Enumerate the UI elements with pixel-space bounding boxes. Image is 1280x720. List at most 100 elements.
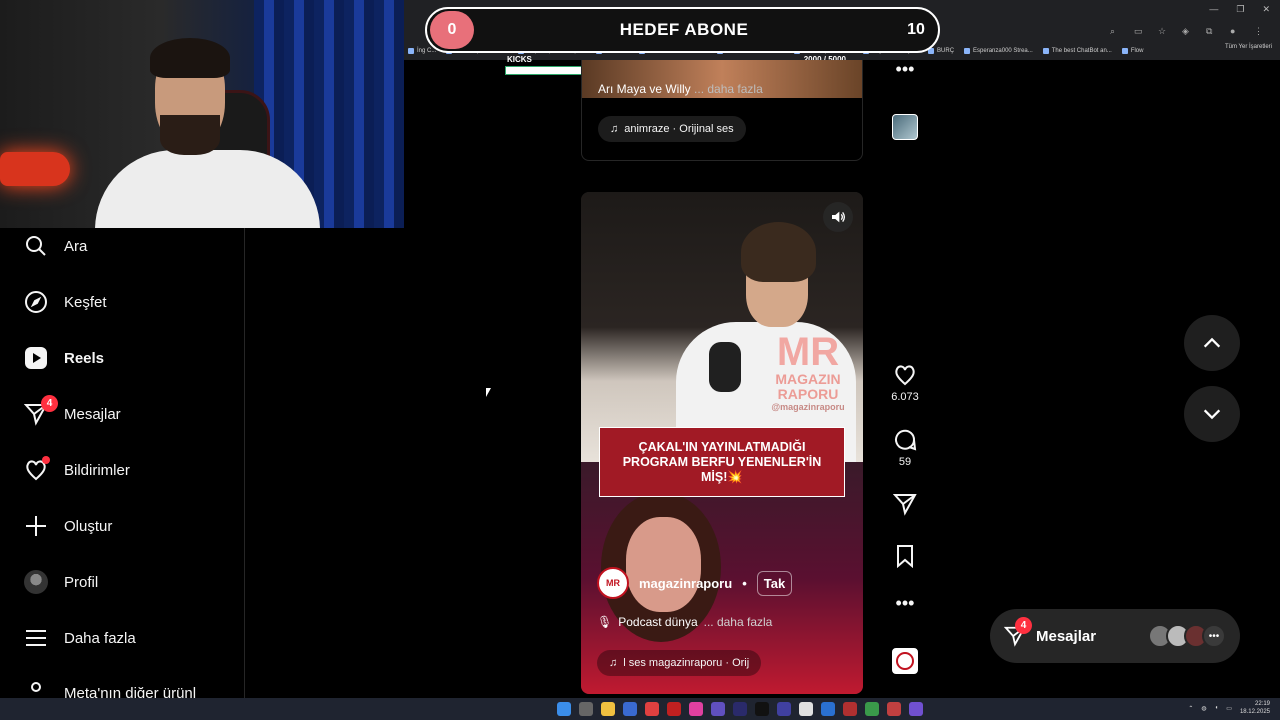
instagram-sidebar: Ara Keşfet Reels 4 Mesajlar Bildirimler … [0, 228, 245, 702]
sidebar-item-label: Reels [64, 349, 105, 367]
prev-more-button[interactable]: ••• [888, 59, 922, 79]
reel-video[interactable]: MR MAGAZIN RAPORU @magazinraporu ÇAKAL'I… [581, 192, 863, 694]
bookmark-item[interactable]: Flow [1121, 48, 1144, 54]
clock-date: 18.12.2025 [1239, 709, 1270, 715]
app-icon[interactable] [799, 702, 813, 716]
bookmark-item[interactable]: BURÇ [928, 48, 954, 54]
author-username[interactable]: magazinraporu [639, 576, 732, 591]
save-button[interactable] [888, 544, 922, 568]
more-link[interactable]: ... daha fazla [704, 615, 773, 629]
share-button[interactable] [888, 492, 922, 516]
prev-audio-thumb[interactable] [888, 114, 922, 140]
edge-icon[interactable] [821, 702, 835, 716]
bookmark-label: İng C... [417, 48, 437, 54]
close-icon[interactable]: ✕ [1262, 4, 1270, 15]
app-icon[interactable] [865, 702, 879, 716]
bookmark-label: Esperanza000 Strea... [973, 48, 1033, 54]
mic-emoji-icon: 🎙 [597, 615, 613, 629]
reel-audio-pill[interactable]: ♫ l ses magazinraporu · Orij [597, 650, 762, 676]
kicks-label: KICKS [507, 55, 532, 64]
podcast-mic [709, 342, 741, 392]
extension-icon[interactable]: ◈ [1182, 26, 1192, 36]
previous-reel-card[interactable]: Arı Maya ve Willy ... daha fazla ♫ animr… [581, 60, 863, 161]
app-icon[interactable] [843, 702, 857, 716]
messages-pill[interactable]: 4 Mesajlar ••• [990, 609, 1240, 663]
app-icon[interactable] [733, 702, 747, 716]
messenger-icon: 4 [24, 395, 58, 426]
star-icon[interactable]: ☆ [1158, 26, 1168, 36]
more-link[interactable]: ... daha fazla [694, 82, 763, 96]
chrome-icon[interactable] [645, 702, 659, 716]
sidebar-item-more[interactable]: Daha fazla [24, 623, 136, 653]
app-icon[interactable] [711, 702, 725, 716]
reel-author: MR magazinraporu • Tak [597, 567, 793, 599]
sidebar-item-label: Profil [64, 573, 99, 591]
like-button[interactable]: 6.073 [888, 363, 922, 403]
app-icon[interactable] [777, 702, 791, 716]
volume-icon[interactable]: ◖ [1215, 705, 1219, 711]
sidebar-item-reels[interactable]: Reels [24, 343, 104, 373]
sidebar-item-explore[interactable]: Keşfet [24, 287, 107, 317]
puzzle-icon[interactable]: ⧉ [1206, 26, 1216, 36]
plus-icon [24, 514, 48, 538]
bookmark-item[interactable]: Esperanza000 Strea... [964, 48, 1033, 54]
profile-icon[interactable]: ● [1230, 26, 1240, 36]
sidebar-item-label: Keşfet [64, 293, 107, 311]
author-avatar[interactable]: MR [597, 567, 629, 599]
messages-pill-badge: 4 [1015, 617, 1032, 634]
chevron-up-icon[interactable]: ⌃ [1188, 705, 1193, 712]
volume-button[interactable] [823, 202, 853, 232]
sidebar-item-label: Mesajlar [64, 405, 121, 423]
goal-target: 10 [907, 21, 925, 38]
network-icon[interactable]: ◍ [1201, 705, 1206, 712]
audio-thumbnail [892, 114, 918, 140]
file-explorer-icon[interactable] [601, 702, 615, 716]
sidebar-item-label: Oluştur [64, 517, 113, 535]
kebab-menu-icon[interactable]: ⋮ [1254, 26, 1264, 36]
window-controls[interactable]: — ❐ ✕ [1209, 4, 1270, 15]
zoom-icon[interactable]: ⌕ [1110, 26, 1120, 36]
bookmark-item[interactable]: İng C... [408, 48, 436, 54]
like-count: 6.073 [891, 391, 919, 403]
opera-icon[interactable] [667, 702, 681, 716]
more-dots-icon: ••• [895, 59, 915, 79]
all-bookmarks[interactable]: Tüm Yer İşaretleri [1225, 44, 1272, 50]
restore-icon[interactable]: ❐ [1236, 4, 1244, 15]
task-view-icon[interactable] [579, 702, 593, 716]
app-icon[interactable] [887, 702, 901, 716]
more-options-button[interactable]: ••• [888, 594, 922, 612]
previous-reel-button[interactable] [1184, 315, 1240, 371]
magazin-raporu-logo: MR MAGAZIN RAPORU @magazinraporu [771, 330, 845, 412]
battery-icon[interactable]: ▭ [1226, 705, 1232, 712]
bookmark-item[interactable]: The best ChatBot an... [1042, 48, 1112, 54]
comment-button[interactable]: 59 [888, 428, 922, 468]
sidebar-item-profile[interactable]: Profil [24, 567, 98, 597]
follow-button[interactable]: Tak [756, 570, 793, 596]
bookmark-label: Flow [1130, 48, 1144, 54]
bookmark-label: BURÇ [937, 48, 955, 54]
tiktok-icon[interactable] [755, 702, 769, 716]
reel-man-hair [741, 222, 816, 282]
sidebar-item-messages[interactable]: 4 Mesajlar [24, 395, 121, 429]
bookmark-favicon-icon [964, 48, 971, 54]
minimize-icon[interactable]: — [1209, 4, 1218, 15]
windows-start-icon[interactable] [557, 702, 571, 716]
separator: • [742, 575, 747, 591]
sidebar-item-create[interactable]: Oluştur [24, 511, 112, 541]
sidebar-item-search[interactable]: Ara [24, 231, 87, 261]
audio-page-button[interactable] [888, 648, 922, 674]
sidebar-item-notifications[interactable]: Bildirimler [24, 455, 130, 485]
previous-audio-pill[interactable]: ♫ animraze · Orijinal ses [598, 116, 746, 142]
app-icon[interactable] [623, 702, 637, 716]
caption-text: Podcast dünya [618, 615, 698, 629]
address-bar-icons: ⌕ ▭ ☆ ◈ ⧉ ● ⋮ [1110, 26, 1264, 36]
next-reel-button[interactable] [1184, 386, 1240, 442]
chevron-down-icon [1203, 409, 1221, 420]
app-icon[interactable] [909, 702, 923, 716]
avatar [24, 570, 48, 594]
heart-icon [895, 365, 915, 386]
instagram-icon[interactable] [689, 702, 703, 716]
comment-icon [895, 429, 917, 451]
cast-icon[interactable]: ▭ [1134, 26, 1144, 36]
clock[interactable]: 22:19 18.12.2025 [1240, 700, 1270, 716]
